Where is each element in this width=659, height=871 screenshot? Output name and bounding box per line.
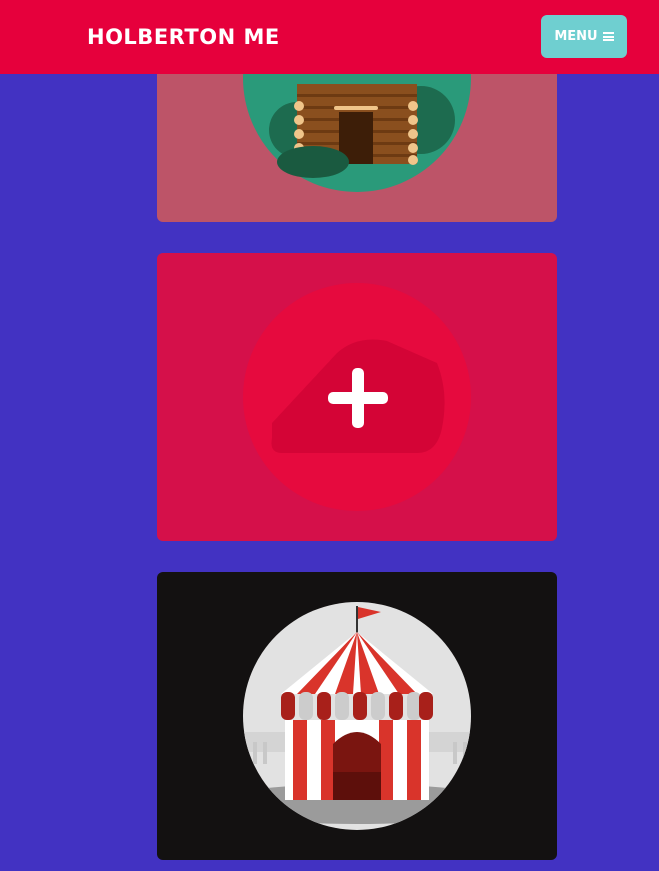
top-navbar: HOLBERTON ME MENU — [0, 0, 659, 74]
brand-logo[interactable]: HOLBERTON ME — [87, 24, 280, 50]
menu-label: MENU — [554, 29, 598, 44]
portfolio-item-circus[interactable] — [157, 572, 557, 860]
bars-icon — [602, 32, 614, 41]
sled-image — [243, 283, 471, 511]
menu-button[interactable]: MENU — [541, 15, 627, 58]
circus-tent-image — [243, 602, 471, 830]
portfolio-item-sled[interactable] — [157, 253, 557, 541]
